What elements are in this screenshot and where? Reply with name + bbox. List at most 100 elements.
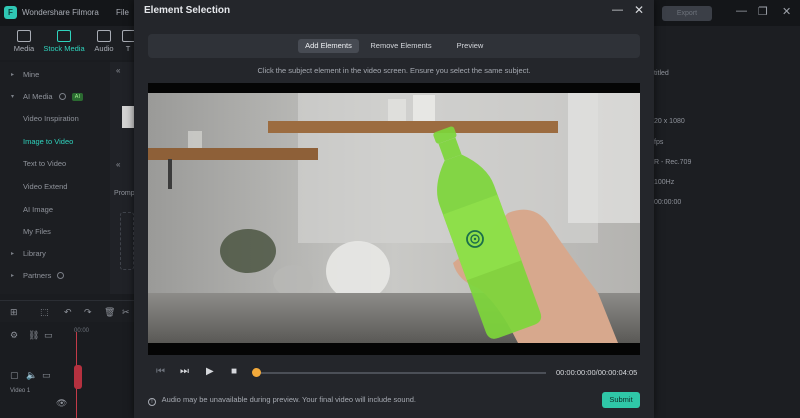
color-space-value: R - Rec.709 (654, 159, 692, 166)
play-icon[interactable]: ▶ (206, 366, 214, 377)
progress-track[interactable] (256, 372, 546, 374)
resolution-value: 20 x 1080 (654, 118, 685, 125)
menu-file[interactable]: File (116, 8, 129, 17)
caret-down-icon: ▾ (11, 94, 15, 100)
info-icon: ! (148, 398, 156, 406)
sidebar-item-label: Partners (23, 271, 52, 280)
media-thumbnail[interactable] (122, 106, 134, 128)
sidebar-item-my-files[interactable]: My Files (0, 221, 110, 243)
timeline-clip[interactable] (74, 365, 82, 389)
sidebar-item-label: Mine (23, 70, 40, 79)
sidebar-item-label: AI Image (23, 205, 54, 214)
sidebar-item-library[interactable]: ▸ Library (0, 243, 110, 265)
filmora-logo-icon: F (4, 6, 17, 19)
window-restore-icon[interactable]: ❐ (758, 5, 768, 18)
undo-icon[interactable]: ↶ (64, 307, 72, 318)
sidebar-item-label: Library (23, 249, 46, 258)
sidebar-item-video-inspiration[interactable]: Video Inspiration (0, 108, 110, 130)
track-label: Video 1 (10, 388, 31, 394)
sidebar-item-label: Image to Video (23, 137, 74, 146)
progress-knob[interactable] (252, 368, 261, 377)
submit-button[interactable]: Submit (602, 392, 640, 408)
stock-media-icon (57, 30, 71, 42)
help-icon[interactable] (57, 272, 65, 279)
sidebar-item-ai-media[interactable]: ▾ AI Media AI (0, 86, 110, 108)
audio-notice: ! Audio may be unavailable during previe… (148, 395, 416, 406)
export-button[interactable]: Export (662, 6, 712, 21)
tab-remove-elements[interactable]: Remove Elements (366, 39, 436, 53)
properties-panel: titled 20 x 1080 fps R - Rec.709 100Hz 0… (654, 26, 800, 418)
mode-tabs: Add Elements Remove Elements Preview (148, 34, 640, 58)
tab-stock-media-label: Stock Media (43, 44, 85, 53)
delete-icon[interactable]: 🗑 (104, 307, 115, 318)
ai-badge: AI (71, 93, 83, 101)
sidebar-item-label: My Files (23, 227, 51, 236)
video-frame-image (148, 93, 640, 343)
collapse-chevron-icon[interactable]: « (116, 66, 120, 75)
titles-icon (122, 30, 134, 42)
tab-media[interactable]: Media (10, 30, 38, 53)
layout-grid-icon[interactable]: ⊞ (10, 307, 18, 318)
upload-dropzone[interactable] (120, 212, 134, 270)
project-name: titled (654, 70, 669, 77)
video-scene[interactable] (148, 93, 640, 343)
timeline-toolbar: ⊞ ⬚ ↶ ↷ 🗑 ✂ (0, 300, 134, 322)
sidebar-item-ai-image[interactable]: AI Image (0, 199, 110, 221)
track-audio-icon[interactable]: 🔈 (26, 370, 37, 381)
select-tool-icon[interactable]: ⬚ (40, 307, 49, 318)
instruction-text: Click the subject element in the video s… (257, 66, 531, 75)
tab-preview[interactable]: Preview (445, 39, 495, 53)
tab-titles[interactable]: T (122, 30, 134, 53)
minimize-icon[interactable]: — (612, 4, 623, 16)
tab-media-label: Media (13, 44, 35, 53)
media-tabs: Media Stock Media Audio T (0, 26, 134, 60)
sidebar-item-partners[interactable]: ▸ Partners (0, 265, 110, 287)
frame-rate-value: fps (654, 139, 664, 146)
tab-titles-label: T (125, 44, 131, 53)
tab-add-elements[interactable]: Add Elements (298, 39, 359, 53)
app-title: Wondershare Filmora (22, 8, 99, 17)
duration-value: 00:00:00 (654, 199, 682, 206)
dialog-title: Element Selection (144, 5, 231, 16)
audio-notice-text: Audio may be unavailable during preview.… (161, 395, 417, 404)
settings-icon[interactable]: ⚙ (10, 330, 18, 341)
help-icon[interactable] (58, 93, 66, 100)
window-close-icon[interactable]: ✕ (782, 5, 791, 18)
sidebar-item-image-to-video[interactable]: Image to Video (0, 131, 110, 153)
caret-right-icon: ▸ (11, 251, 15, 257)
sidebar-item-label: Text to Video (23, 159, 67, 168)
previous-frame-icon[interactable]: ⏮ (156, 366, 165, 377)
close-icon[interactable]: ✕ (634, 3, 644, 17)
sidebar-item-text-to-video[interactable]: Text to Video (0, 153, 110, 175)
sidebar-item-label: AI Media (23, 92, 53, 101)
link-icon[interactable]: ⛓ (28, 330, 39, 341)
sidebar-item-label: Video Inspiration (23, 114, 79, 123)
tab-audio-label: Audio (94, 44, 114, 53)
redo-icon[interactable]: ↷ (84, 307, 92, 318)
sidebar-item-label: Video Extend (23, 182, 68, 191)
sidebar: ▸ Mine ▾ AI Media AI Video Inspiration I… (0, 62, 110, 294)
media-icon (17, 30, 31, 42)
timeline: ⚙ ⛓ ▭ ▢ 🔈 ▭ 👁 (0, 322, 134, 418)
track-visibility-icon[interactable]: 👁 (56, 398, 67, 409)
sample-rate-value: 100Hz (654, 179, 675, 186)
caret-right-icon: ▸ (11, 72, 15, 78)
sidebar-item-mine[interactable]: ▸ Mine (0, 64, 110, 86)
audio-icon (97, 30, 111, 42)
timecode: 00:00:00:00/00:00:04:05 (556, 368, 638, 377)
collapse-chevron-icon[interactable]: « (116, 160, 120, 169)
media-browser: « « Promp (110, 62, 135, 294)
track-lock-icon[interactable]: ▢ (10, 370, 19, 381)
marker-icon[interactable]: ▭ (44, 330, 53, 341)
window-minimize-icon[interactable]: — (736, 5, 747, 17)
tab-audio[interactable]: Audio (90, 30, 118, 53)
sidebar-item-video-extend[interactable]: Video Extend (0, 176, 110, 198)
next-frame-icon[interactable]: ⏭ (180, 366, 189, 377)
playback-controls: ⏮ ⏭ ▶ ■ 00:00:00:00/00:00:04:05 (148, 362, 640, 384)
tab-stock-media[interactable]: Stock Media (40, 30, 88, 53)
video-preview[interactable] (148, 83, 640, 355)
stop-icon[interactable]: ■ (231, 366, 237, 377)
prompt-label: Promp (114, 190, 135, 197)
split-icon[interactable]: ✂ (122, 307, 130, 318)
track-folder-icon[interactable]: ▭ (42, 370, 51, 381)
